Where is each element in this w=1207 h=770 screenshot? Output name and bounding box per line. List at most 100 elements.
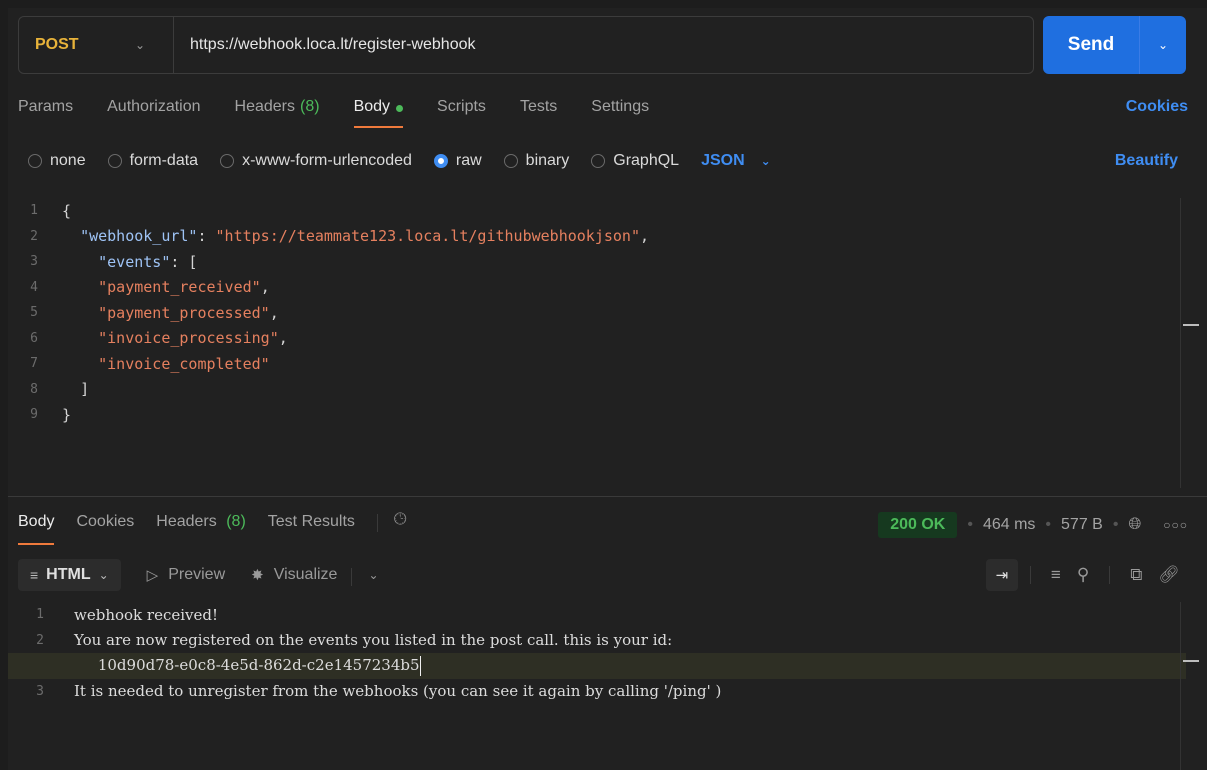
send-button-group: Send ⌄: [1043, 16, 1186, 74]
response-text: You are now registered on the events you…: [74, 631, 673, 650]
code-line: 8 ]: [8, 377, 1198, 403]
request-body-editor[interactable]: 1 { 2 "webhook_url": "https://teammate12…: [8, 198, 1199, 492]
radio-raw[interactable]: raw: [433, 152, 482, 170]
json-string: "https://teammate123.loca.lt/githubwebho…: [215, 227, 640, 246]
response-text: It is needed to unregister from the webh…: [74, 682, 722, 701]
radio-selected-icon: [433, 154, 448, 168]
radio-binary[interactable]: binary: [503, 152, 570, 170]
line-number: 9: [30, 407, 38, 423]
method-select[interactable]: POST ⌄: [19, 17, 174, 73]
method-label: POST: [35, 36, 79, 53]
chevron-down-icon[interactable]: ⌄: [368, 568, 378, 582]
code-text: "payment_processed",: [98, 303, 279, 322]
scrollbar-thumb[interactable]: [1183, 324, 1199, 326]
more-options-icon[interactable]: ○○○: [1163, 518, 1188, 532]
link-icon[interactable]: 🔗︎: [1158, 565, 1180, 585]
resp-tab-headers[interactable]: Headers (8): [156, 511, 246, 547]
radio-none-label: none: [50, 152, 86, 169]
tab-params[interactable]: Params: [18, 96, 73, 132]
copy-icon[interactable]: ⧉: [1130, 565, 1142, 585]
tab-headers[interactable]: Headers (8): [235, 96, 320, 132]
json-punct: ]: [80, 380, 90, 399]
tab-body-label: Body: [353, 98, 391, 115]
tab-tests[interactable]: Tests: [520, 96, 557, 132]
chevron-down-icon: ⌄: [760, 154, 771, 168]
chevron-down-icon: ⌄: [98, 568, 109, 582]
url-input[interactable]: https://webhook.loca.lt/register-webhook: [174, 36, 475, 54]
send-button[interactable]: Send: [1043, 34, 1139, 56]
radio-urlencoded[interactable]: x-www-form-urlencoded: [220, 152, 412, 170]
radio-form-data[interactable]: form-data: [107, 152, 199, 170]
code-line: 5 "payment_processed",: [8, 300, 1198, 326]
radio-raw-label: raw: [455, 152, 482, 169]
webhook-id: 10d90d78-e0c8-4e5d-862d-c2e1457234b5: [97, 655, 420, 674]
play-icon: ▷: [146, 567, 159, 584]
json-string: "invoice_completed": [98, 354, 270, 373]
json-key: "events": [98, 252, 171, 271]
radio-graphql[interactable]: GraphQL: [591, 152, 679, 170]
scrollbar-thumb[interactable]: [1183, 660, 1199, 662]
visualize-icon: ✸: [251, 567, 264, 584]
status-badge[interactable]: 200 OK: [878, 512, 958, 538]
request-tabs: Params Authorization Headers (8) Body Sc…: [18, 96, 1188, 132]
line-number: 6: [30, 330, 38, 346]
format-select-label: JSON: [701, 152, 745, 169]
radio-form-data-label: form-data: [129, 152, 199, 169]
send-options-button[interactable]: ⌄: [1139, 16, 1186, 74]
code-line: 3 "events": [: [8, 249, 1198, 275]
line-number: 2: [36, 632, 44, 648]
history-icon[interactable]: 🕒︎: [394, 511, 407, 529]
preview-label: Preview: [168, 566, 226, 583]
response-time[interactable]: 464 ms: [983, 516, 1035, 534]
word-wrap-icon[interactable]: ⇥: [985, 559, 1018, 591]
editor-scrollbar[interactable]: [1180, 198, 1199, 488]
separator-dot: •: [1045, 516, 1052, 533]
radio-binary-label: binary: [525, 152, 570, 169]
body-indicator-dot: [396, 105, 404, 112]
separator: [376, 514, 378, 532]
response-scrollbar[interactable]: [1180, 602, 1199, 770]
search-icon[interactable]: ⚲: [1077, 565, 1089, 585]
tab-authorization[interactable]: Authorization: [107, 96, 200, 132]
network-globe-icon[interactable]: 🌐︎: [1128, 516, 1141, 534]
resp-tab-cookies[interactable]: Cookies: [76, 511, 134, 547]
chevron-down-icon: ⌄: [135, 38, 146, 52]
resp-tab-headers-label: Headers: [156, 513, 217, 530]
headers-count: (8): [300, 98, 320, 115]
radio-none[interactable]: none: [28, 152, 86, 170]
format-select[interactable]: JSON ⌄: [701, 152, 771, 170]
pane-divider[interactable]: [8, 496, 1207, 497]
tab-settings[interactable]: Settings: [591, 96, 649, 132]
response-line: 3 It is needed to unregister from the we…: [8, 679, 1198, 705]
code-wrap-icon: ≡: [30, 567, 39, 583]
json-string: "payment_processed": [98, 303, 270, 322]
response-size[interactable]: 577 B: [1061, 516, 1103, 534]
response-status: 200 OK • 464 ms • 577 B • 🌐︎ ○○○: [878, 511, 1188, 539]
response-toolbar: ≡ HTML ⌄ ▷ Preview ✸ Visualize ⌄ ⇥ ≡ ⚲ ⧉…: [18, 558, 1188, 592]
beautify-button[interactable]: Beautify: [1115, 152, 1178, 170]
radio-icon: [28, 154, 42, 168]
line-number: 1: [30, 203, 38, 219]
cookies-link[interactable]: Cookies: [1126, 98, 1188, 116]
filter-icon[interactable]: ≡: [1051, 565, 1061, 585]
code-text: ]: [62, 380, 89, 398]
line-number: 7: [30, 356, 38, 372]
response-format-select[interactable]: ≡ HTML ⌄: [18, 559, 121, 591]
response-body[interactable]: 1 webhook received! 2 You are now regist…: [8, 602, 1199, 770]
code-text: "invoice_completed": [62, 355, 270, 373]
code-text: "invoice_processing",: [98, 329, 288, 348]
radio-icon: [591, 154, 606, 168]
resp-tab-test-results[interactable]: Test Results: [268, 511, 355, 547]
response-line-current: 10d90d78-e0c8-4e5d-862d-c2e1457234b5: [8, 653, 1186, 679]
code-text: "events": [: [98, 252, 198, 271]
tab-body[interactable]: Body: [353, 96, 404, 132]
code-line: 6 "invoice_processing",: [8, 326, 1198, 352]
resp-tab-body[interactable]: Body: [18, 511, 55, 547]
separator: [1109, 566, 1111, 584]
code-line: 9 }: [8, 402, 1198, 428]
preview-button[interactable]: ▷ Preview: [147, 566, 225, 584]
tab-scripts[interactable]: Scripts: [437, 96, 486, 132]
response-text: 10d90d78-e0c8-4e5d-862d-c2e1457234b5: [74, 655, 421, 676]
visualize-button[interactable]: ✸ Visualize: [251, 566, 337, 584]
response-line: 1 webhook received!: [8, 602, 1198, 628]
